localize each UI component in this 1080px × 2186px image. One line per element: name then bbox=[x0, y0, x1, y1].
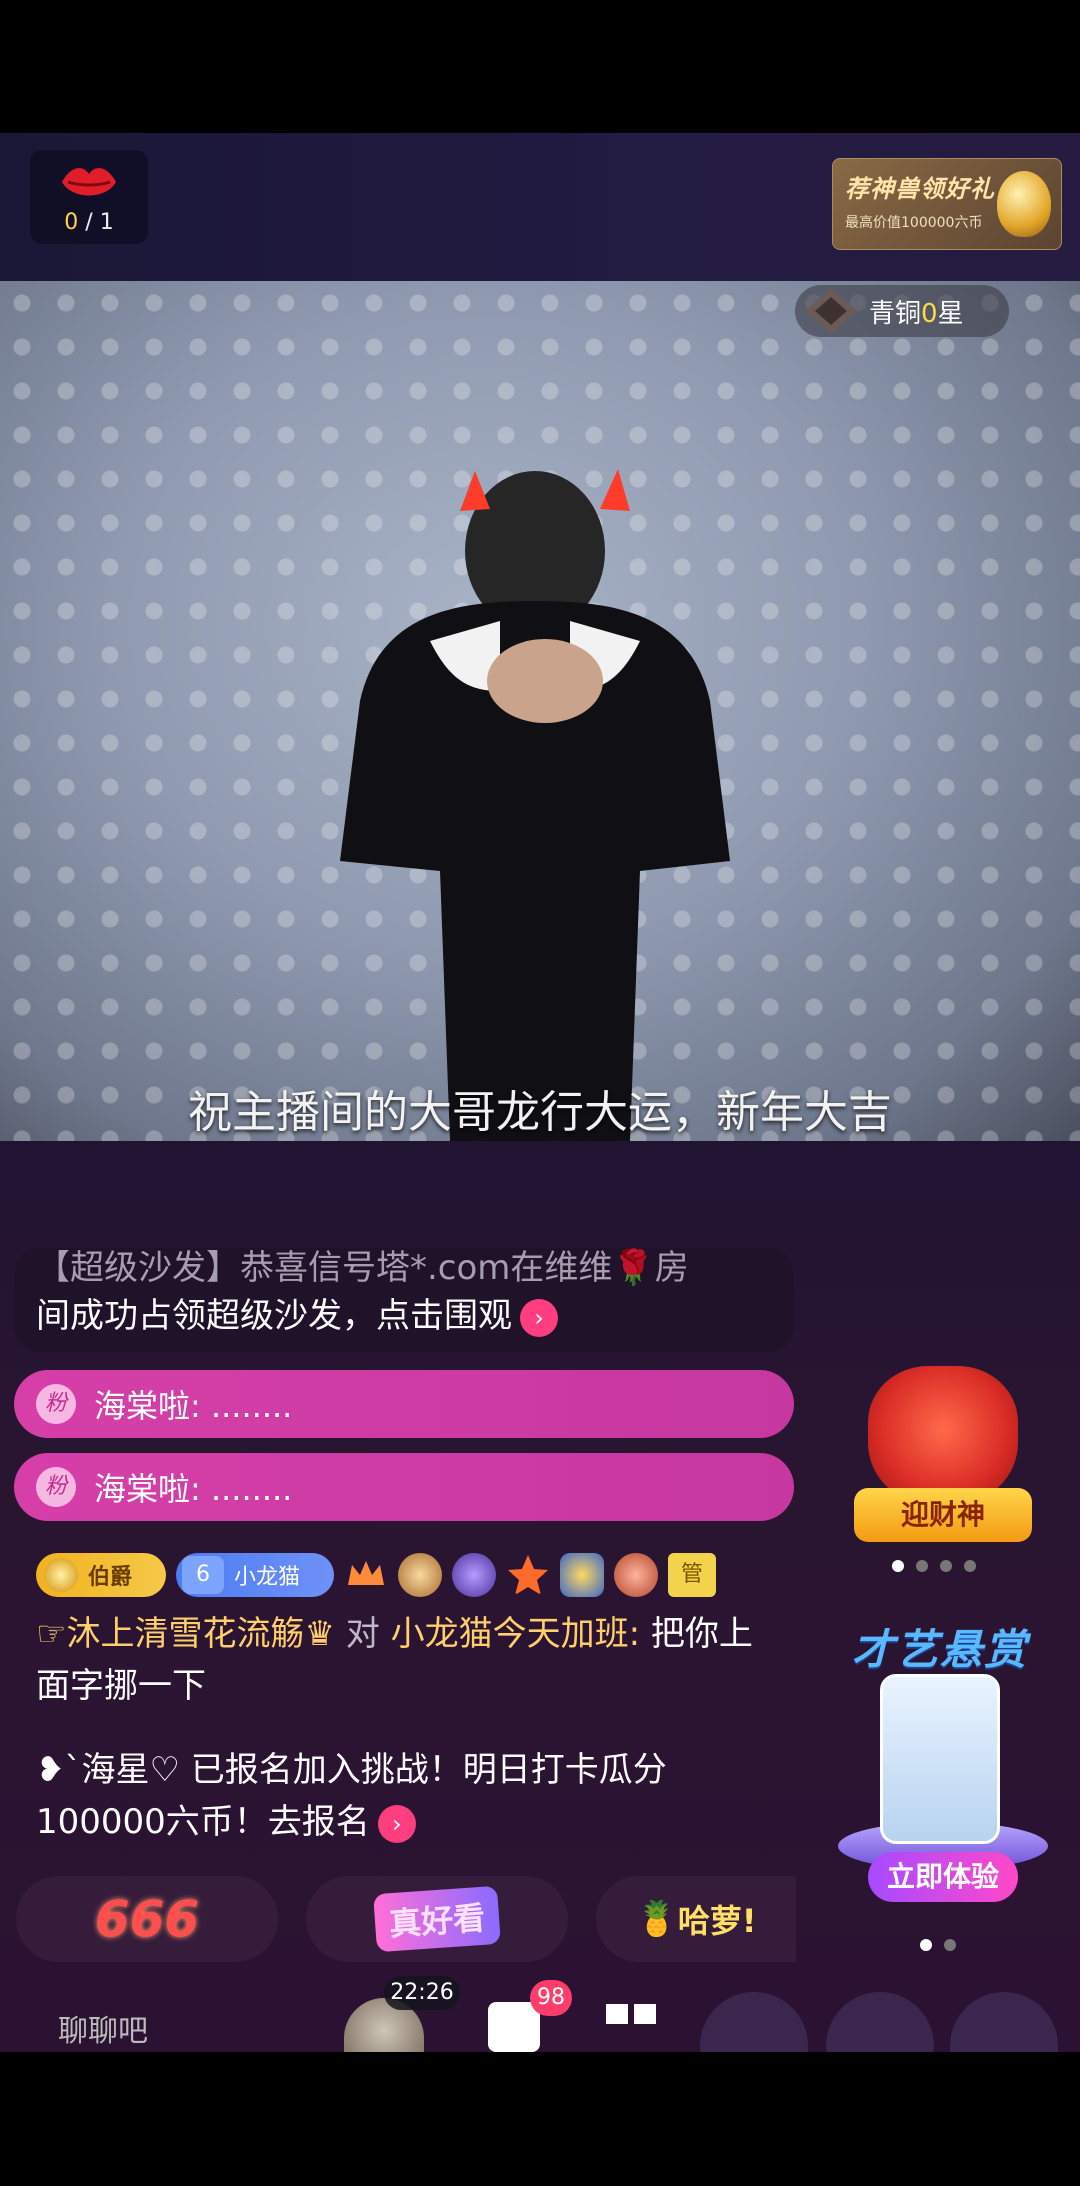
rank-text: 青铜0星 bbox=[869, 298, 964, 329]
quick-reply-label: 哈萝! bbox=[677, 1902, 757, 1940]
fan-tag: 粉 bbox=[36, 1384, 76, 1424]
streamer-figure bbox=[340, 469, 730, 1141]
chevron-right-icon[interactable]: › bbox=[377, 1804, 416, 1843]
apps-grid-icon[interactable] bbox=[606, 2004, 656, 2052]
chevron-right-icon[interactable]: › bbox=[520, 1298, 558, 1337]
gift-count-text: 0 / 1 bbox=[64, 209, 114, 235]
system-message-line2: 间成功占领超级沙发，点击围观 › bbox=[36, 1292, 772, 1340]
rank-emblem-icon bbox=[805, 289, 857, 333]
fan-message-text: 海棠啦: ........ bbox=[94, 1470, 293, 1508]
bottom-toolbar: 聊聊吧 22:26 98 bbox=[0, 1976, 1080, 2100]
noble-rank-badge: 伯爵 bbox=[36, 1553, 166, 1597]
chat-user-name[interactable]: ☞沐上清雪花流觞♛ bbox=[36, 1614, 335, 1654]
pineapple-icon: 🍍 bbox=[635, 1899, 678, 1939]
lucky-bag-icon bbox=[868, 1366, 1018, 1506]
carousel-dots bbox=[920, 1939, 956, 1951]
coin-icon bbox=[44, 1558, 78, 1592]
status-bar-area bbox=[0, 0, 1080, 133]
phone-illustration bbox=[880, 1674, 1000, 1844]
fortune-button[interactable]: 迎财神 bbox=[854, 1488, 1032, 1542]
quick-reply-label: 666 bbox=[94, 1890, 200, 1948]
fan-message-text: 海棠啦: ........ bbox=[94, 1387, 293, 1425]
lips-icon bbox=[62, 167, 116, 195]
fan-club-badge: 6 小龙猫 bbox=[176, 1553, 334, 1597]
chat-message[interactable]: ☞沐上清雪花流觞♛ 对 小龙猫今天加班: 把你上面字挪一下 bbox=[36, 1608, 776, 1712]
shield-icon bbox=[560, 1553, 604, 1597]
try-now-button[interactable]: 立即体验 bbox=[868, 1852, 1018, 1902]
rank-badge[interactable]: 青铜0星 bbox=[795, 285, 1009, 337]
medal-icon bbox=[398, 1553, 442, 1597]
quick-reply-666[interactable]: 666 bbox=[16, 1876, 278, 1962]
heart-level-icon: 6 bbox=[182, 1556, 224, 1594]
system-message-line1: 【超级沙发】恭喜信号塔*.com在维维🌹房 bbox=[36, 1248, 689, 1288]
time-label: 22:26 bbox=[384, 1976, 460, 2010]
video-subtitle: 祝主播间的大哥龙行大运，新年大吉 bbox=[188, 1087, 892, 1138]
challenge-message[interactable]: ❥`海星♡ 已报名加入挑战！明日打卡瓜分100000六币！去报名 › bbox=[36, 1744, 776, 1848]
quick-reply-good[interactable]: 真好看 bbox=[306, 1876, 568, 1962]
promo-banner[interactable]: 荐神兽领好礼 最高价值100000六币 bbox=[832, 158, 1062, 250]
live-video[interactable]: 青铜0星 祝主播间的大哥龙行大运，新年大吉 bbox=[0, 281, 1080, 1141]
user-badges: 伯爵 6 小龙猫 管 bbox=[36, 1550, 716, 1600]
chat-verb: 对 bbox=[334, 1614, 391, 1654]
chat-target-name[interactable]: 小龙猫今天加班: bbox=[391, 1614, 640, 1654]
challenge-user-name[interactable]: ❥`海星♡ bbox=[36, 1750, 180, 1790]
guard-icon bbox=[452, 1553, 496, 1597]
talent-title: 才艺悬赏 bbox=[852, 1625, 1029, 1674]
fan-message[interactable]: 粉 海棠啦: ........ bbox=[14, 1370, 794, 1438]
fan-tag: 粉 bbox=[36, 1467, 76, 1507]
quick-reply-label: 真好看 bbox=[373, 1885, 501, 1953]
wing-badge-icon bbox=[614, 1553, 658, 1597]
manager-badge: 管 bbox=[668, 1553, 716, 1597]
system-nav-area bbox=[0, 2052, 1080, 2186]
system-message[interactable]: 【超级沙发】恭喜信号塔*.com在维维🌹房 间成功占领超级沙发，点击围观 › bbox=[14, 1248, 794, 1352]
fortune-widget[interactable]: 迎财神 bbox=[838, 1366, 1048, 1546]
carousel-dots bbox=[892, 1560, 976, 1572]
gift-counter[interactable]: 0 / 1 bbox=[30, 150, 148, 244]
message-icon[interactable] bbox=[488, 2002, 540, 2052]
quick-reply-pineapple[interactable]: 🍍 哈萝! bbox=[596, 1876, 796, 1962]
star-level-icon bbox=[508, 1555, 548, 1595]
fan-message[interactable]: 粉 海棠啦: ........ bbox=[14, 1453, 794, 1521]
golden-egg-icon bbox=[997, 171, 1051, 237]
unread-count-badge: 98 bbox=[530, 1980, 572, 2016]
talent-reward-widget[interactable]: 才艺悬赏 立即体验 bbox=[838, 1612, 1048, 1932]
crown-icon bbox=[348, 1561, 384, 1585]
